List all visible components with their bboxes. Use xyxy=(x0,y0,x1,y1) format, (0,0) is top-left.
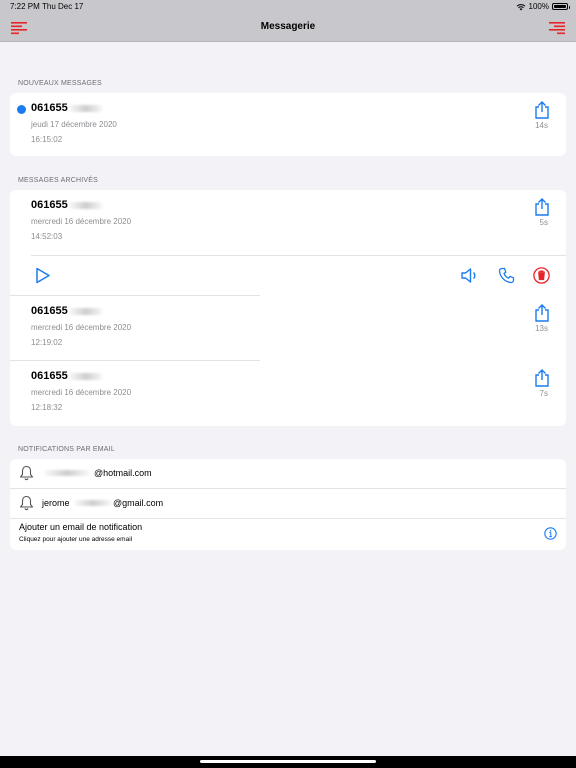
message-date: mercredi 16 décembre 2020 xyxy=(31,388,132,397)
home-indicator[interactable] xyxy=(0,756,576,768)
home-indicator-bar[interactable] xyxy=(200,760,376,763)
message-time: 12:18:32 xyxy=(31,403,63,412)
status-time: 7:22 PM xyxy=(10,2,40,11)
message-row[interactable]: 061655 mercredi 16 décembre 2020 12:19:0… xyxy=(10,296,566,361)
wifi-icon xyxy=(516,3,525,10)
message-number: 061655 xyxy=(31,370,103,382)
email-domain: @hotmail.com xyxy=(94,468,152,478)
email-notifications-card: @hotmail.com jerome @gmail.com Ajouter u… xyxy=(10,459,566,550)
new-messages-card: 061655 jeudi 17 décembre 2020 16:15:02 1… xyxy=(10,93,566,156)
archived-messages-card: 061655 mercredi 16 décembre 2020 14:52:0… xyxy=(10,190,566,426)
share-icon[interactable] xyxy=(534,304,550,322)
email-prefix: jerome xyxy=(42,498,70,508)
message-duration: 5s xyxy=(539,218,548,227)
message-time: 16:15:02 xyxy=(31,135,63,144)
message-time: 12:19:02 xyxy=(31,338,63,347)
message-duration: 14s xyxy=(535,121,548,130)
redacted-text xyxy=(44,470,90,476)
status-bar: 7:22 PM Thu Dec 17 100% xyxy=(0,0,576,14)
message-number: 061655 xyxy=(31,199,103,211)
status-date: Thu Dec 17 xyxy=(42,2,84,11)
share-icon[interactable] xyxy=(534,101,550,119)
menu-right-icon[interactable] xyxy=(549,21,565,35)
message-duration: 7s xyxy=(539,389,548,398)
phone-icon[interactable] xyxy=(498,267,515,284)
message-date: jeudi 17 décembre 2020 xyxy=(31,120,117,129)
email-row[interactable]: jerome @gmail.com xyxy=(10,489,566,518)
email-domain: @gmail.com xyxy=(113,498,164,508)
email-row[interactable]: @hotmail.com xyxy=(10,459,566,488)
info-icon[interactable] xyxy=(544,527,557,540)
battery-icon xyxy=(552,3,570,10)
section-header-new: NOUVEAUX MESSAGES xyxy=(18,80,102,87)
playback-controls xyxy=(10,256,566,296)
add-email-title: Ajouter un email de notification xyxy=(19,522,143,532)
share-icon[interactable] xyxy=(534,198,550,216)
message-row[interactable]: 061655 mercredi 16 décembre 2020 14:52:0… xyxy=(10,190,566,255)
speaker-icon[interactable] xyxy=(461,267,479,284)
battery-percent: 100% xyxy=(528,2,549,11)
message-row[interactable]: 061655 jeudi 17 décembre 2020 16:15:02 1… xyxy=(10,93,566,156)
message-number: 061655 xyxy=(31,102,103,114)
share-icon[interactable] xyxy=(534,369,550,387)
add-email-subtitle: Cliquez pour ajouter une adresse email xyxy=(19,536,133,543)
add-email-row[interactable]: Ajouter un email de notification Cliquez… xyxy=(10,519,566,550)
status-right: 100% xyxy=(516,2,570,11)
section-header-email: NOTIFICATIONS PAR EMAIL xyxy=(18,446,115,453)
message-duration: 13s xyxy=(535,324,548,333)
bell-icon xyxy=(19,495,34,511)
navigation-bar: Messagerie xyxy=(0,14,576,42)
message-row[interactable]: 061655 mercredi 16 décembre 2020 12:18:3… xyxy=(10,361,566,426)
message-number: 061655 xyxy=(31,305,103,317)
message-date: mercredi 16 décembre 2020 xyxy=(31,217,132,226)
message-time: 14:52:03 xyxy=(31,232,63,241)
delete-icon[interactable] xyxy=(533,267,550,284)
unread-dot xyxy=(17,105,26,114)
bell-icon xyxy=(19,465,34,481)
page-title: Messagerie xyxy=(260,21,316,32)
section-header-archived: MESSAGES ARCHIVÉS xyxy=(18,177,99,184)
redacted-text xyxy=(74,500,112,506)
message-date: mercredi 16 décembre 2020 xyxy=(31,323,132,332)
play-icon[interactable] xyxy=(35,267,51,284)
